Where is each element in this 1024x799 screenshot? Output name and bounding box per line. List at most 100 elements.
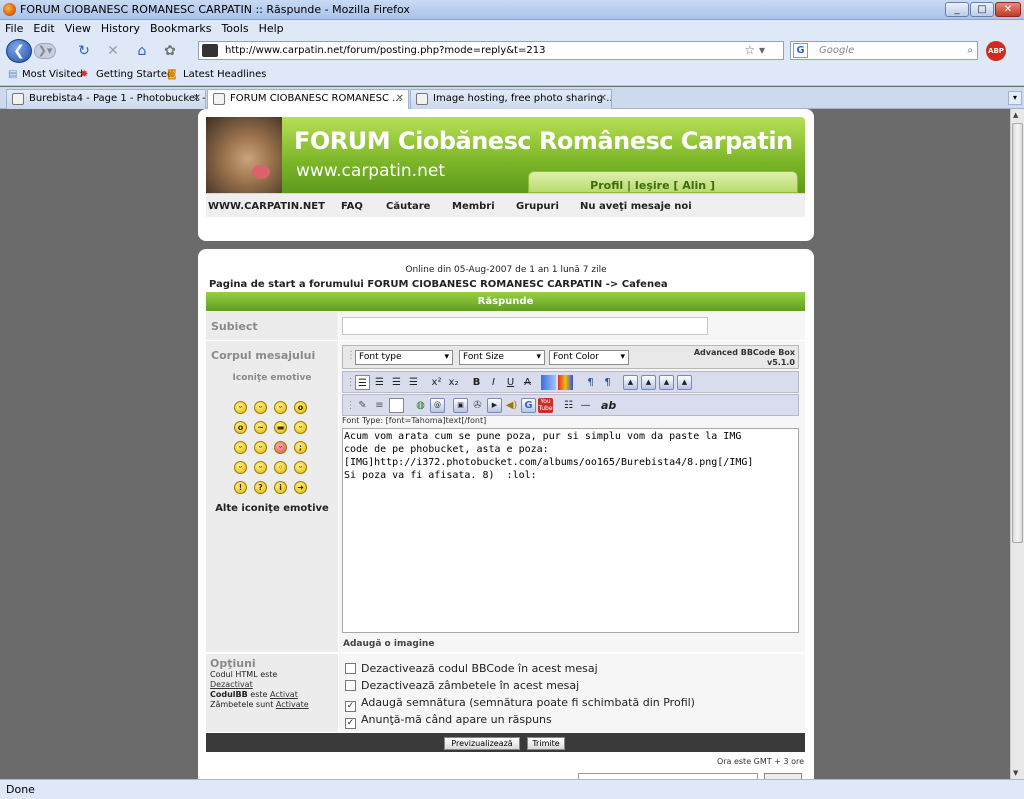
font-color-select[interactable]: Font Color	[549, 350, 629, 365]
submit-button[interactable]: Trimite	[527, 737, 565, 750]
web-icon[interactable]: ◍	[413, 398, 428, 413]
rtl-icon[interactable]: ¶	[600, 375, 615, 390]
minimize-button[interactable]: _	[945, 2, 969, 17]
align-center-icon[interactable]: ☰	[372, 375, 387, 390]
nav-messages-link[interactable]: Nu aveţi mesaje noi	[580, 201, 692, 212]
disable-bbcode-option[interactable]: Dezactivează codul BBCode în acest mesaj	[345, 662, 598, 675]
align-left-icon[interactable]: ☰	[355, 375, 370, 390]
close-tab-icon[interactable]: ✕	[193, 90, 201, 108]
spoiler-icon[interactable]: ✎	[355, 398, 370, 413]
laugh-icon[interactable]: ᵕ	[294, 421, 307, 434]
nav-faq-link[interactable]: FAQ	[341, 201, 363, 212]
menu-bookmarks[interactable]: Bookmarks	[145, 20, 216, 35]
nav-home-link[interactable]: WWW.CARPATIN.NET	[208, 201, 325, 212]
arrow-icon[interactable]: ➜	[294, 481, 307, 494]
more-emoticons-link[interactable]: Alte iconiţe emotive	[206, 503, 338, 514]
code-icon[interactable]: ≡	[372, 398, 387, 413]
idea-icon[interactable]: i	[274, 481, 287, 494]
exclaim-icon[interactable]: !	[234, 481, 247, 494]
italic-icon[interactable]: I	[486, 375, 501, 390]
ltr-icon[interactable]: ¶	[583, 375, 598, 390]
cry-icon[interactable]: ;	[294, 441, 307, 454]
google-video-icon[interactable]: G	[521, 398, 536, 413]
list-icon[interactable]: ☷	[561, 398, 576, 413]
email-icon[interactable]: @	[430, 398, 445, 413]
scroll-up-icon[interactable]: ▲	[1013, 111, 1018, 119]
opt-bbcode-value[interactable]: Activat	[270, 690, 298, 699]
breadcrumb[interactable]: Pagina de start a forumului FORUM CIOBAN…	[209, 279, 668, 290]
close-tab-icon[interactable]: ✕	[599, 90, 607, 108]
cool-icon[interactable]: ▬	[274, 421, 287, 434]
menu-tools[interactable]: Tools	[216, 20, 253, 35]
bookmark-most-visited[interactable]: Most Visited	[22, 69, 83, 80]
superscript-icon[interactable]: x²	[429, 375, 444, 390]
rolleyes-icon[interactable]: ◦	[274, 461, 287, 474]
nav-members-link[interactable]: Membri	[452, 201, 495, 212]
tab-image-hosting[interactable]: Image hosting, free photo sharing ... ✕	[410, 89, 612, 109]
justify-icon[interactable]: ☰	[406, 375, 421, 390]
home-icon[interactable]: ⌂	[134, 43, 150, 59]
opt-html-value[interactable]: Dezactivat	[210, 680, 253, 689]
flash-icon[interactable]: ✇	[470, 398, 485, 413]
underline-icon[interactable]: U	[503, 375, 518, 390]
close-button[interactable]: ✕	[995, 2, 1021, 17]
grin-icon[interactable]: ᵕ	[254, 401, 267, 414]
smile-icon[interactable]: ᵕ	[234, 401, 247, 414]
stop-icon[interactable]: ✕	[105, 43, 121, 59]
subscript-icon[interactable]: x₂	[446, 375, 461, 390]
back-button[interactable]: ❮	[6, 39, 32, 63]
bookmark-getting-started[interactable]: Getting Started	[96, 69, 173, 80]
notify-reply-checkbox[interactable]: ✓	[345, 718, 356, 729]
rainbow-icon[interactable]	[558, 375, 573, 390]
attach-signature-checkbox[interactable]: ✓	[345, 701, 356, 712]
upload3-icon[interactable]: ▲	[659, 375, 674, 390]
extension-icon[interactable]: ✿	[162, 43, 178, 59]
nav-search-link[interactable]: Căutare	[386, 201, 430, 212]
mad-icon[interactable]: ᵕ	[234, 441, 247, 454]
razz-icon[interactable]: ᵕ	[254, 441, 267, 454]
menu-view[interactable]: View	[60, 20, 96, 35]
opt-smiles-value[interactable]: Activate	[276, 700, 309, 709]
twisted-icon[interactable]: ᵕ	[254, 461, 267, 474]
bookmark-star-icon[interactable]: ☆ ▾	[744, 42, 765, 59]
close-tab-icon[interactable]: ✕	[396, 90, 404, 108]
question-icon[interactable]: ?	[254, 481, 267, 494]
menu-file[interactable]: File	[0, 20, 28, 35]
menu-history[interactable]: History	[96, 20, 145, 35]
attach-signature-option[interactable]: ✓ Adaugă semnătura (semnătura poate fi sc…	[345, 696, 695, 712]
tab-forum[interactable]: FORUM CIOBANESC ROMANESC ... ✕	[207, 89, 409, 110]
add-image-link[interactable]: Adaugă o imagine	[343, 639, 434, 649]
message-textarea[interactable]: Acum vom arata cum se pune poza, pur si …	[342, 428, 799, 633]
upload-icon[interactable]: ▲	[623, 375, 638, 390]
scroll-thumb[interactable]	[1012, 123, 1023, 543]
disable-smilies-checkbox[interactable]	[345, 680, 356, 691]
google-engine-icon[interactable]: G	[793, 43, 808, 58]
font-size-select[interactable]: Font Size	[459, 350, 545, 365]
upload2-icon[interactable]: ▲	[641, 375, 656, 390]
sound-icon[interactable]: ◀)	[504, 398, 519, 413]
user-links[interactable]: Profil | Ieşire [ Alin ]	[528, 171, 798, 193]
strikethrough-icon[interactable]: A	[520, 375, 535, 390]
reload-icon[interactable]: ↻	[76, 43, 92, 59]
shocked-icon[interactable]: o	[234, 421, 247, 434]
confused-icon[interactable]: ~	[254, 421, 267, 434]
surprised-icon[interactable]: o	[294, 401, 307, 414]
disable-bbcode-checkbox[interactable]	[345, 663, 356, 674]
notify-reply-option[interactable]: ✓ Anunţă-mă când apare un răspuns	[345, 713, 552, 729]
preview-button[interactable]: Previzualizează	[444, 737, 520, 750]
align-right-icon[interactable]: ☰	[389, 375, 404, 390]
vertical-scrollbar[interactable]: ▲ ▼	[1010, 109, 1024, 779]
adblock-icon[interactable]: ABP	[986, 41, 1006, 61]
subject-input[interactable]	[342, 317, 708, 335]
scroll-down-icon[interactable]: ▼	[1013, 769, 1018, 777]
horizontal-rule-icon[interactable]: —	[578, 398, 593, 413]
box-icon[interactable]	[389, 398, 404, 413]
tab-list-button[interactable]: ▾	[1008, 91, 1022, 105]
youtube-icon[interactable]: You Tube	[538, 398, 553, 413]
forward-button[interactable]: ❯▾	[34, 43, 56, 59]
bold-icon[interactable]: B	[469, 375, 484, 390]
search-icon[interactable]: ⌕	[967, 42, 973, 59]
tab-photobucket[interactable]: Burebista4 - Page 1 - Photobucket -... ✕	[6, 89, 206, 109]
upload4-icon[interactable]: ▲	[677, 375, 692, 390]
search-input[interactable]: G Google ⌕	[790, 41, 978, 60]
